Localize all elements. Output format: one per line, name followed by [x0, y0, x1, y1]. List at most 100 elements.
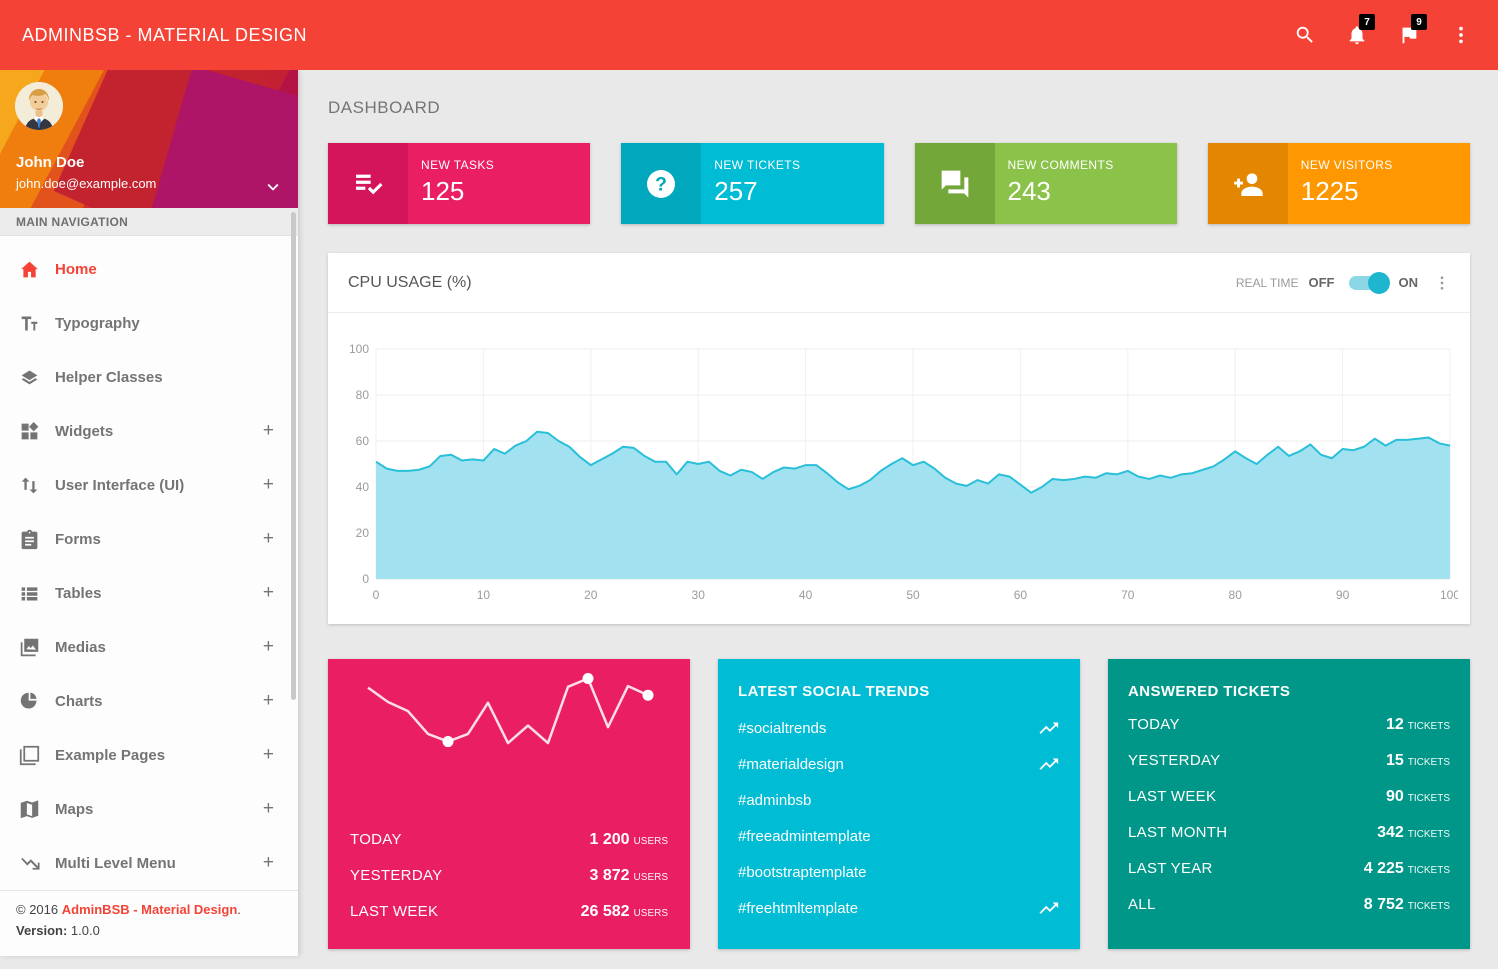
trends-list: #socialtrends #materialdesign #adminbsb #fr… [718, 710, 1080, 926]
expand-plus-icon[interactable]: + [263, 420, 274, 442]
svg-text:80: 80 [356, 388, 370, 402]
stat-unit: TICKETS [1408, 901, 1450, 912]
sidebar-item-tables[interactable]: Tables + [0, 566, 298, 620]
pie-chart-icon [17, 689, 41, 713]
notifications-bell-icon[interactable]: 7 [1338, 16, 1376, 54]
stat-unit: TICKETS [1408, 793, 1450, 804]
sidebar-item-label: Home [55, 261, 97, 278]
svg-text:0: 0 [373, 588, 380, 602]
stat-label: LAST WEEK [350, 903, 438, 920]
visitors-stats-list: TODAY1 200USERSYESTERDAY3 872USERSLAST W… [328, 817, 690, 939]
realtime-label: REAL TIME [1236, 276, 1299, 290]
person-add-icon [1208, 143, 1288, 224]
playlist-check-icon [328, 143, 408, 224]
sidebar-item-helper-classes[interactable]: Helper Classes [0, 350, 298, 404]
sidebar-item-multi-level-menu[interactable]: Multi Level Menu+ [0, 836, 298, 890]
svg-text:20: 20 [584, 588, 598, 602]
user-name: John Doe [16, 154, 84, 171]
stat-value: 90 [1386, 788, 1404, 805]
stat-unit: TICKETS [1408, 829, 1450, 840]
answered-tickets-card: ANSWERED TICKETS TODAY12TICKETSYESTERDAY… [1108, 659, 1470, 949]
sidebar-item-home[interactable]: Home [0, 242, 298, 296]
stat-label: LAST MONTH [1128, 824, 1227, 841]
realtime-toggle[interactable] [1349, 276, 1385, 290]
stat-row-today: TODAY1 200USERS [350, 831, 668, 867]
avatar [15, 82, 63, 130]
expand-plus-icon[interactable]: + [263, 474, 274, 496]
trend-row-adminbsb[interactable]: #adminbsb [718, 782, 1080, 818]
info-box-label: NEW VISITORS [1301, 158, 1393, 172]
trend-tag: #bootstraptemplate [738, 864, 866, 881]
sidebar-item-typography[interactable]: Typography [0, 296, 298, 350]
svg-text:60: 60 [1014, 588, 1028, 602]
kebab-menu-icon[interactable] [1442, 16, 1480, 54]
trend-row-bootstraptemplate[interactable]: #bootstraptemplate [718, 854, 1080, 890]
forum-icon [915, 143, 995, 224]
trend-row-freeadmintemplate[interactable]: #freeadmintemplate [718, 818, 1080, 854]
social-trends-title: LATEST SOCIAL TRENDS [718, 659, 1080, 710]
sidebar-item-user-interface-ui[interactable]: User Interface (UI) + [0, 458, 298, 512]
copyright-link[interactable]: AdminBSB - Material Design [62, 902, 238, 917]
stat-row-last-month: LAST MONTH 342 TICKETS [1128, 824, 1450, 860]
card-kebab-menu-icon[interactable] [1432, 272, 1452, 294]
sidebar-item-label: Medias [55, 639, 106, 656]
expand-plus-icon[interactable]: + [263, 582, 274, 604]
info-box-label: NEW TICKETS [714, 158, 800, 172]
svg-text:?: ? [655, 174, 667, 195]
trend-tag: #socialtrends [738, 720, 826, 737]
stat-value: 15 [1386, 752, 1404, 769]
app-title: ADMINBSB - MATERIAL DESIGN [22, 25, 307, 46]
expand-plus-icon[interactable]: + [263, 528, 274, 550]
trend-row-socialtrends[interactable]: #socialtrends [718, 710, 1080, 746]
bottom-cards-row: TODAY1 200USERSYESTERDAY3 872USERSLAST W… [328, 659, 1470, 949]
flag-icon[interactable]: 9 [1390, 16, 1428, 54]
stat-label: YESTERDAY [1128, 752, 1220, 769]
stat-unit: TICKETS [1408, 721, 1450, 732]
expand-plus-icon[interactable]: + [263, 690, 274, 712]
info-box-value: 257 [714, 176, 800, 207]
expand-plus-icon[interactable]: + [263, 852, 274, 874]
clipboard-icon [17, 527, 41, 551]
answered-tickets-title: ANSWERED TICKETS [1108, 659, 1470, 710]
stat-row-all: ALL8 752TICKETS [1128, 896, 1450, 932]
table-list-icon [17, 581, 41, 605]
sidebar-scrollbar[interactable] [291, 212, 296, 700]
stat-label: TODAY [350, 831, 402, 848]
trend-row-materialdesign[interactable]: #materialdesign [718, 746, 1080, 782]
home-icon [17, 257, 41, 281]
sidebar-item-medias[interactable]: Medias + [0, 620, 298, 674]
stat-unit: USERS [634, 908, 668, 919]
search-icon[interactable] [1286, 16, 1324, 54]
sidebar-item-label: Maps [55, 801, 93, 818]
stat-row-yesterday: YESTERDAY3 872USERS [350, 867, 668, 903]
stat-unit: USERS [634, 872, 668, 883]
stat-value: 342 [1377, 824, 1404, 841]
trend-tag: #freeadmintemplate [738, 828, 871, 845]
sidebar-item-widgets[interactable]: Widgets+ [0, 404, 298, 458]
chevron-down-icon[interactable] [262, 176, 284, 198]
sidebar-item-maps[interactable]: Maps + [0, 782, 298, 836]
sidebar-item-label: User Interface (UI) [55, 477, 184, 494]
swap-icon [17, 473, 41, 497]
expand-plus-icon[interactable]: + [263, 744, 274, 766]
trend-tag: #materialdesign [738, 756, 844, 773]
svg-text:80: 80 [1229, 588, 1243, 602]
image-icon [17, 635, 41, 659]
trend-row-freehtmltemplate[interactable]: #freehtmltemplate [718, 890, 1080, 926]
trending-up-icon [1038, 897, 1060, 919]
expand-plus-icon[interactable]: + [263, 636, 274, 658]
cpu-usage-card: CPU USAGE (%) REAL TIME OFF ON 020406080… [328, 253, 1470, 624]
toggle-on-label: ON [1399, 275, 1419, 290]
typography-icon [17, 311, 41, 335]
sidebar-item-example-pages[interactable]: Example Pages+ [0, 728, 298, 782]
version-label: Version: [16, 923, 71, 938]
sidebar-item-charts[interactable]: Charts+ [0, 674, 298, 728]
sidebar-item-label: Tables [55, 585, 101, 602]
info-box-new-tickets: ? NEW TICKETS 257 [621, 143, 883, 224]
widgets-icon [17, 419, 41, 443]
version-value: 1.0.0 [71, 923, 100, 938]
tickets-stats-list: TODAY12TICKETSYESTERDAY15TICKETSLAST WEE… [1108, 710, 1470, 932]
sidebar-item-forms[interactable]: Forms+ [0, 512, 298, 566]
sidebar-menu: HomeTypographyHelper ClassesWidgets+User… [0, 236, 298, 890]
expand-plus-icon[interactable]: + [263, 798, 274, 820]
